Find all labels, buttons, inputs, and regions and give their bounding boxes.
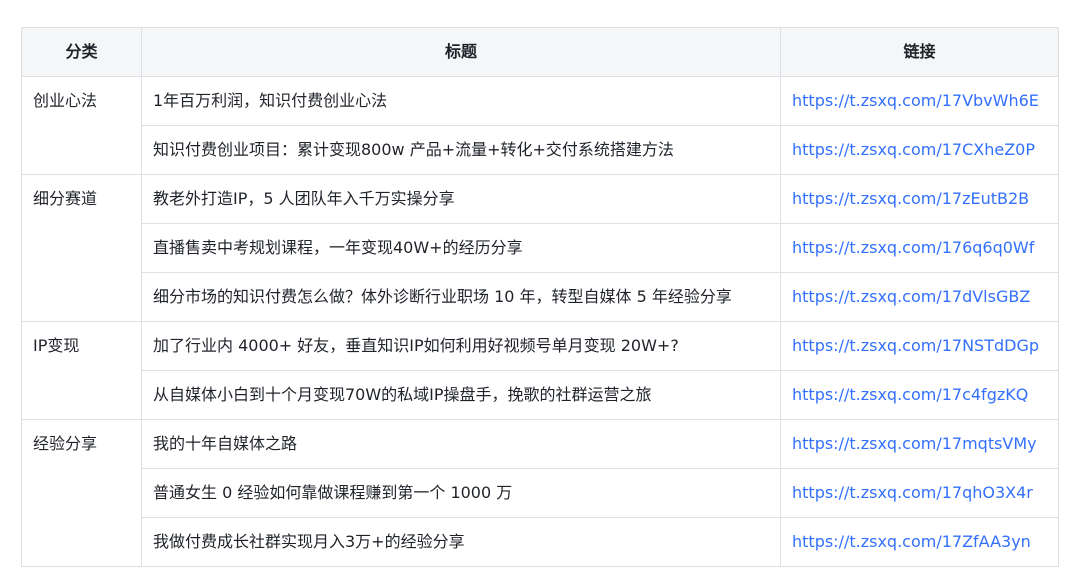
article-link[interactable]: https://t.zsxq.com/17VbvWh6E <box>792 91 1039 110</box>
article-table-container: 分类 标题 链接 创业心法 1年百万利润，知识付费创业心法 https://t.… <box>21 27 1059 567</box>
link-cell: https://t.zsxq.com/17NSTdDGp <box>780 321 1059 371</box>
table-row: 从自媒体小白到十个月变现70W的私域IP操盘手，挽歌的社群运营之旅 https:… <box>22 370 1059 420</box>
article-link[interactable]: https://t.zsxq.com/17dVlsGBZ <box>792 287 1030 306</box>
table-body: 创业心法 1年百万利润，知识付费创业心法 https://t.zsxq.com/… <box>21 76 1059 567</box>
article-link[interactable]: https://t.zsxq.com/17c4fgzKQ <box>792 385 1028 404</box>
header-link: 链接 <box>780 27 1059 77</box>
link-cell: https://t.zsxq.com/17dVlsGBZ <box>780 272 1059 322</box>
article-link[interactable]: https://t.zsxq.com/17zEutB2B <box>792 189 1029 208</box>
title-cell: 我的十年自媒体之路 <box>141 419 781 469</box>
title-cell: 从自媒体小白到十个月变现70W的私域IP操盘手，挽歌的社群运营之旅 <box>141 370 781 420</box>
link-cell: https://t.zsxq.com/17mqtsVMy <box>780 419 1059 469</box>
table-row: 细分赛道 教老外打造IP，5 人团队年入千万实操分享 https://t.zsx… <box>21 174 1059 322</box>
table-row: 我做付费成长社群实现月入3万+的经验分享 https://t.zsxq.com/… <box>22 517 1059 567</box>
link-cell: https://t.zsxq.com/17CXheZ0P <box>780 125 1059 175</box>
link-cell: https://t.zsxq.com/17zEutB2B <box>780 174 1059 224</box>
title-cell: 普通女生 0 经验如何靠做课程赚到第一个 1000 万 <box>141 468 781 518</box>
table-row: 经验分享 我的十年自媒体之路 https://t.zsxq.com/17mqts… <box>21 419 1059 567</box>
header-category: 分类 <box>21 27 142 77</box>
article-link[interactable]: https://t.zsxq.com/176q6q0Wf <box>792 238 1034 257</box>
link-cell: https://t.zsxq.com/17qhO3X4r <box>780 468 1059 518</box>
article-link[interactable]: https://t.zsxq.com/17qhO3X4r <box>792 483 1033 502</box>
table-row: 创业心法 1年百万利润，知识付费创业心法 https://t.zsxq.com/… <box>21 76 1059 175</box>
category-cell: 经验分享 <box>21 419 142 567</box>
article-link[interactable]: https://t.zsxq.com/17mqtsVMy <box>792 434 1037 453</box>
article-table: 分类 标题 链接 创业心法 1年百万利润，知识付费创业心法 https://t.… <box>21 27 1059 567</box>
title-cell: 1年百万利润，知识付费创业心法 <box>141 76 781 126</box>
article-link[interactable]: https://t.zsxq.com/17NSTdDGp <box>792 336 1039 355</box>
table-row: 知识付费创业项目：累计变现800w 产品+流量+转化+交付系统搭建方法 http… <box>22 125 1059 175</box>
article-link[interactable]: https://t.zsxq.com/17CXheZ0P <box>792 140 1035 159</box>
title-cell: 直播售卖中考规划课程，一年变现40W+的经历分享 <box>141 223 781 273</box>
title-cell: 我做付费成长社群实现月入3万+的经验分享 <box>141 517 781 567</box>
table-row: 普通女生 0 经验如何靠做课程赚到第一个 1000 万 https://t.zs… <box>22 468 1059 518</box>
title-cell: 知识付费创业项目：累计变现800w 产品+流量+转化+交付系统搭建方法 <box>141 125 781 175</box>
category-cell: IP变现 <box>21 321 142 420</box>
table-row: 直播售卖中考规划课程，一年变现40W+的经历分享 https://t.zsxq.… <box>22 223 1059 273</box>
category-cell: 创业心法 <box>21 76 142 175</box>
category-cell: 细分赛道 <box>21 174 142 322</box>
table-header: 分类 标题 链接 <box>21 27 1059 77</box>
link-cell: https://t.zsxq.com/17ZfAA3yn <box>780 517 1059 567</box>
link-cell: https://t.zsxq.com/17VbvWh6E <box>780 76 1059 126</box>
title-cell: 细分市场的知识付费怎么做？体外诊断行业职场 10 年，转型自媒体 5 年经验分享 <box>141 272 781 322</box>
table-header-row: 分类 标题 链接 <box>21 27 1059 77</box>
table-row: 细分市场的知识付费怎么做？体外诊断行业职场 10 年，转型自媒体 5 年经验分享… <box>22 272 1059 322</box>
link-cell: https://t.zsxq.com/176q6q0Wf <box>780 223 1059 273</box>
title-cell: 教老外打造IP，5 人团队年入千万实操分享 <box>141 174 781 224</box>
title-cell: 加了行业内 4000+ 好友，垂直知识IP如何利用好视频号单月变现 20W+? <box>141 321 781 371</box>
table-row: IP变现 加了行业内 4000+ 好友，垂直知识IP如何利用好视频号单月变现 2… <box>21 321 1059 420</box>
link-cell: https://t.zsxq.com/17c4fgzKQ <box>780 370 1059 420</box>
article-link[interactable]: https://t.zsxq.com/17ZfAA3yn <box>792 532 1031 551</box>
header-title: 标题 <box>141 27 781 77</box>
